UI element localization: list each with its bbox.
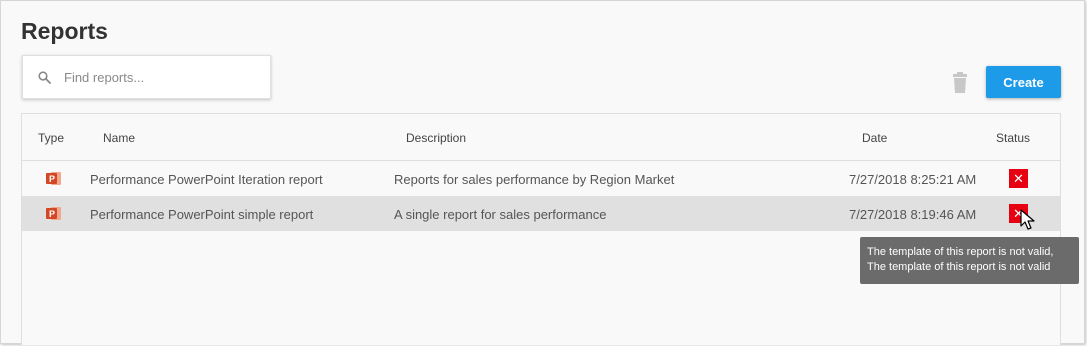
trash-icon[interactable]: [950, 72, 970, 94]
create-button[interactable]: Create: [986, 66, 1061, 98]
column-header-description[interactable]: Description: [406, 131, 466, 145]
reports-table: Type Name Description Date Status P Perf…: [21, 113, 1061, 345]
tooltip-line: The template of this report is not valid: [867, 261, 1051, 273]
powerpoint-icon: P: [46, 206, 62, 221]
report-description: Reports for sales performance by Region …: [394, 172, 675, 187]
search-icon: [38, 70, 52, 84]
column-header-status[interactable]: Status: [996, 131, 1030, 145]
powerpoint-icon: P: [46, 171, 62, 186]
search-box[interactable]: [22, 55, 271, 99]
tooltip-line: The template of this report is not valid…: [867, 246, 1054, 258]
error-icon[interactable]: ✕: [1009, 169, 1028, 188]
page-title: Reports: [21, 18, 108, 44]
status-tooltip: The template of this report is not valid…: [860, 237, 1079, 284]
table-row[interactable]: P Performance PowerPoint simple report A…: [22, 196, 1060, 231]
table-row[interactable]: P Performance PowerPoint Iteration repor…: [22, 161, 1060, 196]
reports-panel: Reports Create Type Name Description Dat…: [0, 0, 1085, 345]
column-header-type[interactable]: Type: [38, 131, 64, 145]
column-header-name[interactable]: Name: [103, 131, 135, 145]
report-date: 7/27/2018 8:25:21 AM: [849, 172, 977, 187]
mouse-cursor-icon: [1020, 209, 1036, 231]
report-date: 7/27/2018 8:19:46 AM: [849, 207, 977, 222]
svg-text:P: P: [49, 174, 55, 184]
report-name[interactable]: Performance PowerPoint Iteration report: [90, 172, 323, 187]
search-input[interactable]: [64, 62, 254, 92]
svg-text:P: P: [49, 209, 55, 219]
table-header: Type Name Description Date Status: [22, 114, 1060, 161]
report-description: A single report for sales performance: [394, 207, 607, 222]
report-name[interactable]: Performance PowerPoint simple report: [90, 207, 313, 222]
column-header-date[interactable]: Date: [862, 131, 887, 145]
